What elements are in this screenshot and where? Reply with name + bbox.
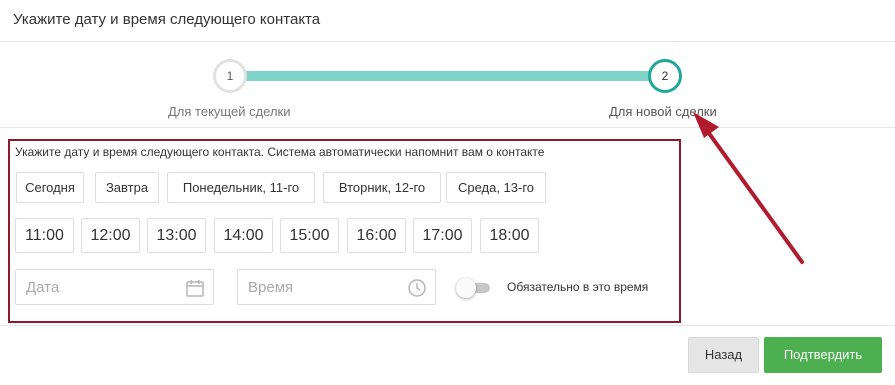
time-field[interactable]: Время bbox=[237, 269, 436, 305]
stepper: 1 2 Для текущей сделки Для новой сделки bbox=[0, 42, 895, 128]
day-chip-monday[interactable]: Понедельник, 11-го bbox=[167, 172, 315, 203]
time-chip-16[interactable]: 16:00 bbox=[347, 218, 406, 253]
step-2-label: Для новой сделки bbox=[609, 104, 717, 119]
stepper-progress-line bbox=[240, 71, 660, 81]
calendar-icon[interactable] bbox=[185, 278, 205, 298]
time-chip-11[interactable]: 11:00 bbox=[15, 218, 74, 253]
toggle-knob bbox=[456, 278, 476, 298]
step-2-circle[interactable]: 2 bbox=[648, 59, 682, 93]
time-chip-14[interactable]: 14:00 bbox=[214, 218, 273, 253]
step-1-label: Для текущей сделки bbox=[168, 104, 291, 119]
day-chip-tuesday[interactable]: Вторник, 12-го bbox=[323, 172, 441, 203]
back-button[interactable]: Назад bbox=[688, 337, 759, 373]
step-1-circle[interactable]: 1 bbox=[213, 59, 247, 93]
time-placeholder: Время bbox=[248, 279, 294, 296]
time-chip-15[interactable]: 15:00 bbox=[280, 218, 339, 253]
required-time-label: Обязательно в это время bbox=[507, 280, 649, 294]
time-chip-18[interactable]: 18:00 bbox=[480, 218, 539, 253]
time-chip-12[interactable]: 12:00 bbox=[81, 218, 140, 253]
date-placeholder: Дата bbox=[26, 279, 60, 296]
day-chip-wednesday[interactable]: Среда, 13-го bbox=[446, 172, 546, 203]
date-field[interactable]: Дата bbox=[15, 269, 214, 305]
day-chip-tomorrow[interactable]: Завтра bbox=[95, 172, 159, 203]
day-chip-today[interactable]: Сегодня bbox=[16, 172, 84, 203]
dialog-header: Укажите дату и время следующего контакта bbox=[0, 0, 895, 42]
confirm-button[interactable]: Подтвердить bbox=[764, 337, 882, 373]
contact-form-highlight: Укажите дату и время следующего контакта… bbox=[8, 139, 681, 323]
dialog-footer: Назад Подтвердить bbox=[0, 325, 895, 385]
dialog-title: Укажите дату и время следующего контакта bbox=[13, 11, 321, 28]
form-description: Укажите дату и время следующего контакта… bbox=[15, 145, 545, 159]
time-chip-13[interactable]: 13:00 bbox=[147, 218, 206, 253]
clock-icon[interactable] bbox=[407, 278, 427, 298]
required-time-toggle[interactable] bbox=[456, 278, 496, 298]
time-chip-17[interactable]: 17:00 bbox=[413, 218, 472, 253]
